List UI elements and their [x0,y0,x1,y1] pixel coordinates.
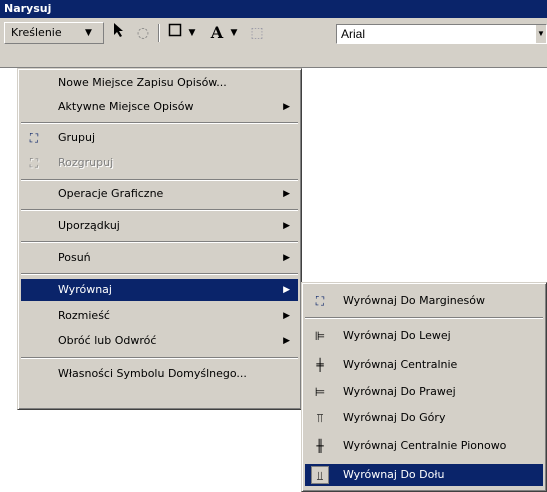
menu-item-label: Obróć lub Odwróć [58,334,157,347]
menu-item-posun[interactable]: Posuń ▶ [21,247,298,269]
select-arrow-icon[interactable] [108,22,130,44]
submenu-separator [305,317,543,319]
menu-item-label: Rozmieść [58,309,110,322]
submenu-arrow-icon: ▶ [283,221,290,231]
rectangle-icon[interactable] [164,22,186,44]
menu-item-label: Nowe Miejsce Zapisu Opisów... [58,76,227,89]
submenu-arrow-icon: ▶ [283,189,290,199]
menu-item-aktywne-miejsce[interactable]: Aktywne Miejsce Opisów ▶ [21,96,298,118]
ungroup-icon: ⛶ [29,156,39,170]
font-dropdown-icon[interactable]: ▼ [536,25,546,43]
chevron-down-icon: ▼ [85,28,92,38]
window-title: Narysuj [0,0,547,18]
group-icon: ⛶ [29,131,39,145]
menu-item-label: Grupuj [58,131,96,144]
submenu-item-label: Wyrównaj Do Marginesów [343,294,485,307]
submenu-item-do-marginesow[interactable]: ⛶ Wyrównaj Do Marginesów [305,290,543,312]
menu-item-label: Operacje Graficzne [58,187,164,200]
font-name-field[interactable]: Arial ▼ [336,24,547,44]
menu-item-label: Posuń [58,251,91,264]
edit-points-icon[interactable]: ⬚ [246,22,268,44]
align-left-icon: ⊫ [314,329,326,343]
menu-item-label: Wyrównaj [58,283,112,296]
menu-item-operacje-graficzne[interactable]: Operacje Graficzne ▶ [21,183,298,205]
align-center-icon: ╪ [316,358,324,372]
align-middle-icon: ╫ [316,439,324,453]
align-margins-icon: ⛶ [315,294,325,308]
menu-item-obroc-lub-odwroc[interactable]: Obróć lub Odwróć ▶ [21,330,298,352]
text-dropdown-icon[interactable]: ▼ [228,22,240,44]
menu-item-wlasnosci-symbolu[interactable]: Własności Symbolu Domyślnego... [21,363,298,385]
menu-item-label: Aktywne Miejsce Opisów [58,100,194,113]
kreslenie-menu: Nowe Miejsce Zapisu Opisów... Aktywne Mi… [17,68,302,410]
align-top-icon: ⫪ [316,411,324,425]
submenu-item-do-dolu[interactable]: ⫫ Wyrównaj Do Dołu [305,464,543,486]
menu-item-nowe-miejsce[interactable]: Nowe Miejsce Zapisu Opisów... [21,72,298,94]
align-right-icon: ⊨ [314,385,326,399]
menu-separator [21,273,298,275]
rotate-icon[interactable]: ◌ [132,22,154,44]
toolbar-divider [158,24,160,42]
menu-item-grupuj[interactable]: ⛶ Grupuj [21,127,298,149]
submenu-arrow-icon: ▶ [283,311,290,321]
submenu-item-label: Wyrównaj Centralnie Pionowo [343,439,507,452]
submenu-arrow-icon: ▶ [283,102,290,112]
font-name-value: Arial [341,27,366,41]
menu-separator [21,357,298,359]
toolbar: Kreślenie ▼ ◌ ▼ A ▼ ⬚ Arial ▼ [0,18,547,68]
submenu-item-do-gory[interactable]: ⫪ Wyrównaj Do Góry [305,407,543,429]
menu-item-rozmiesc[interactable]: Rozmieść ▶ [21,305,298,327]
align-bottom-icon: ⫫ [311,466,329,484]
menu-item-rozgrupuj[interactable]: ⛶ Rozgrupuj [21,152,298,174]
menu-item-uporzadkuj[interactable]: Uporządkuj ▶ [21,215,298,237]
submenu-item-label: Wyrównaj Centralnie [343,358,458,371]
wyrownaj-submenu: ⛶ Wyrównaj Do Marginesów ⊫ Wyrównaj Do L… [301,282,547,492]
menu-item-label: Rozgrupuj [58,156,114,169]
menu-item-wyrownaj[interactable]: Wyrównaj ▶ [21,279,298,301]
menu-separator [21,122,298,124]
kreslenie-label: Kreślenie [11,26,62,39]
submenu-item-label: Wyrównaj Do Lewej [343,329,451,342]
submenu-item-do-prawej[interactable]: ⊨ Wyrównaj Do Prawej [305,381,543,403]
submenu-arrow-icon: ▶ [283,336,290,346]
drawing-toolbar-window: Narysuj Kreślenie ▼ ◌ ▼ A ▼ ⬚ Arial ▼ [0,0,547,68]
menu-separator [21,179,298,181]
submenu-item-centralnie-pionowo[interactable]: ╫ Wyrównaj Centralnie Pionowo [305,435,543,457]
submenu-arrow-icon: ▶ [283,253,290,263]
submenu-item-do-lewej[interactable]: ⊫ Wyrównaj Do Lewej [305,325,543,347]
submenu-item-centralnie[interactable]: ╪ Wyrównaj Centralnie [305,354,543,376]
menu-item-label: Własności Symbolu Domyślnego... [58,367,247,380]
submenu-item-label: Wyrównaj Do Góry [343,411,446,424]
text-a-icon[interactable]: A [206,22,228,44]
menu-separator [21,241,298,243]
rectangle-dropdown-icon[interactable]: ▼ [186,22,198,44]
submenu-arrow-icon: ▶ [283,285,290,295]
submenu-item-label: Wyrównaj Do Dołu [343,468,445,481]
menu-separator [21,209,298,211]
submenu-item-label: Wyrównaj Do Prawej [343,385,456,398]
kreslenie-menu-button[interactable]: Kreślenie ▼ [4,22,104,44]
menu-item-label: Uporządkuj [58,219,120,232]
